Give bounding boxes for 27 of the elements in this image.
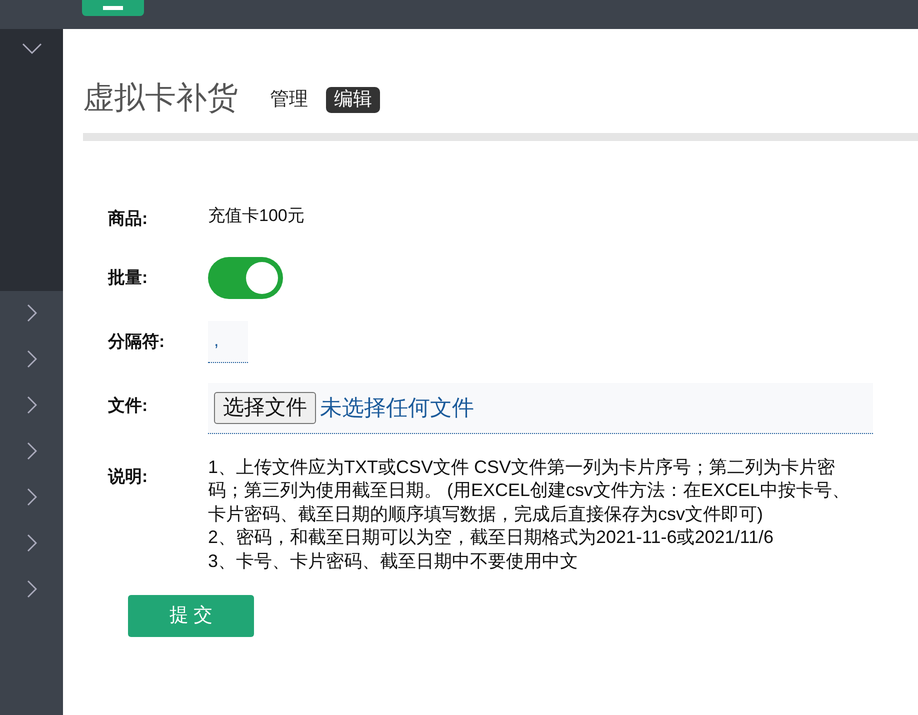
product-value: 充值卡100元 — [208, 205, 304, 227]
instruction-text: 1、上传文件应为TXT或CSV文件 CSV文件第一列为卡片序号；第二列为卡片密码；第三列为使用截至日期。 (用EXCEL创建csv文件方法：在EXCEL中按卡号、卡片密码、截至日期的顺序填写数据，完成后直接保存为csv文件即可) — [208, 456, 852, 526]
tab[interactable]: 管理 — [262, 87, 316, 113]
instruction-text: 3、卡号、卡片密码、截至日期中不要使用中文 — [208, 550, 580, 572]
chevron-right-icon[interactable] — [26, 396, 36, 414]
no-file-text: 未选择任何文件 — [320, 394, 474, 422]
chevron-right-icon[interactable] — [26, 534, 36, 552]
menu-button[interactable] — [82, 0, 144, 16]
chevron-right-icon[interactable] — [26, 442, 36, 460]
chevron-right-icon[interactable] — [26, 304, 36, 322]
chevron-right-icon[interactable] — [26, 580, 36, 598]
chevron-down-icon[interactable] — [22, 43, 42, 55]
chevron-right-icon[interactable] — [26, 350, 36, 368]
chevron-right-icon[interactable] — [26, 488, 36, 506]
separator-field[interactable]: , — [208, 320, 248, 362]
file-field[interactable]: 选择文件 未选择任何文件 — [208, 382, 873, 434]
field-label: 说明: — [108, 466, 149, 488]
instruction-text: 2、密码，和截至日期可以为空，截至日期格式为2021-11-6或2021/11/6 — [208, 526, 774, 549]
field-label: 文件: — [108, 394, 149, 416]
toggle-switch[interactable] — [208, 256, 283, 298]
field-label: 商品: — [108, 208, 149, 230]
minus-icon — [103, 6, 123, 10]
page-title: 虚拟卡补货 — [83, 82, 238, 113]
field-label: 批量: — [108, 266, 149, 289]
tab[interactable]: 编辑 — [326, 87, 380, 113]
choose-file-button[interactable]: 选择文件 — [214, 392, 316, 424]
field-label: 分隔符: — [108, 330, 166, 353]
